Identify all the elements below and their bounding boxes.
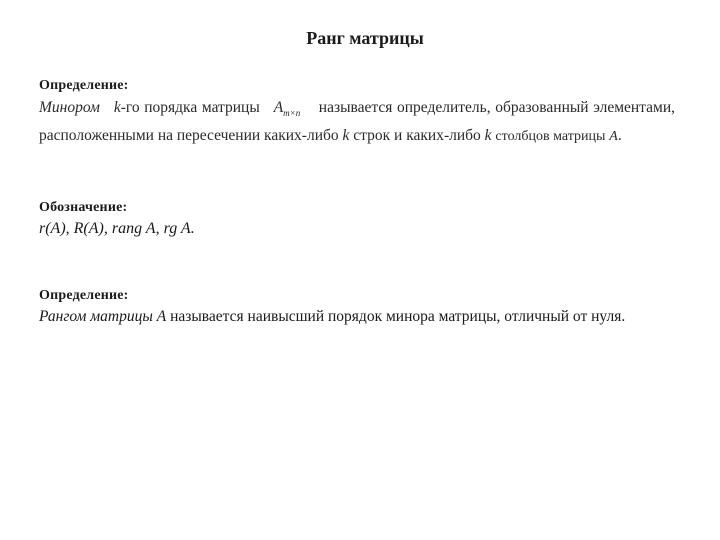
text: столбцов матрицы xyxy=(495,128,606,144)
text: -го порядка матрицы xyxy=(120,99,260,116)
page-title: Ранг матрицы xyxy=(306,28,424,48)
rank-definition: Рангом матрицы A называется наивысший по… xyxy=(39,308,625,326)
var-k: k xyxy=(484,126,492,144)
definition-heading-2: Определение: xyxy=(39,288,129,303)
definition-heading-1: Определение: xyxy=(39,78,129,93)
var-k: k xyxy=(113,99,121,116)
notation-heading: Обозначение: xyxy=(39,200,128,215)
text: называется наивысший порядок минора матр… xyxy=(170,308,626,325)
term-rank: Рангом матрицы A xyxy=(39,308,167,325)
term-minor: Минором xyxy=(39,99,100,116)
var-k: k xyxy=(342,126,350,144)
matrix-symbol: A xyxy=(609,128,618,144)
matrix-symbol: A xyxy=(273,99,284,116)
matrix-subscript: m×n xyxy=(283,108,301,119)
text: . xyxy=(617,126,622,144)
notation-formula: r(A), R(A), rang A, rg A. xyxy=(39,220,195,237)
minor-definition: Минором k-го порядка матрицы Am×n называ… xyxy=(39,97,675,148)
text: строк и каких-либо xyxy=(353,126,481,144)
